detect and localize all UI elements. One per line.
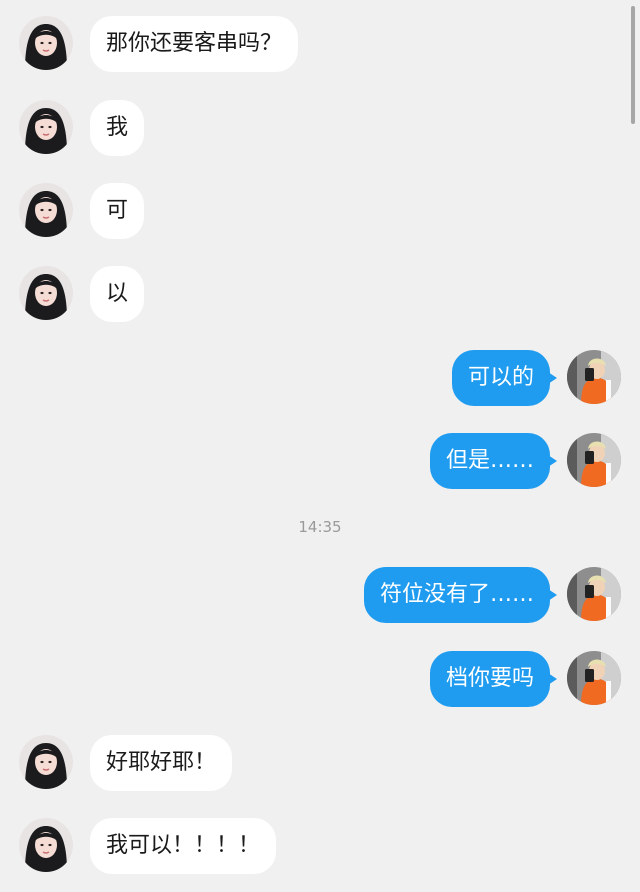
message-row-received: 可 bbox=[0, 183, 640, 239]
message-row-received: 以 bbox=[0, 266, 640, 322]
message-row-received: 好耶好耶！ bbox=[0, 735, 640, 791]
message-bubble[interactable]: 可 bbox=[90, 183, 145, 239]
message-row-received: 我可以！！！！ bbox=[0, 818, 640, 874]
contact-avatar-icon[interactable] bbox=[19, 100, 73, 154]
scrollbar[interactable] bbox=[631, 6, 635, 124]
timestamp-divider: 14:35 bbox=[298, 518, 342, 536]
contact-avatar-icon[interactable] bbox=[19, 183, 73, 237]
message-row-sent: 但是…… bbox=[0, 433, 640, 489]
contact-avatar-icon[interactable] bbox=[19, 818, 73, 872]
message-bubble[interactable]: 那你还要客串吗？ bbox=[90, 16, 299, 72]
contact-avatar-icon[interactable] bbox=[19, 266, 73, 320]
message-bubble[interactable]: 可以的 bbox=[451, 350, 558, 406]
message-row-received: 我 bbox=[0, 100, 640, 156]
message-bubble[interactable]: 档你要吗 bbox=[429, 651, 558, 707]
chat-conversation: 那你还要客串吗？ 我 可 以 可以的 但是…… 14:35 符位没有了…… 档你… bbox=[0, 0, 640, 892]
message-bubble[interactable]: 但是…… bbox=[429, 433, 558, 489]
message-bubble[interactable]: 我可以！！！！ bbox=[90, 818, 277, 874]
message-bubble[interactable]: 我 bbox=[90, 100, 145, 156]
message-row-sent: 可以的 bbox=[0, 350, 640, 406]
message-row-received: 那你还要客串吗？ bbox=[0, 16, 640, 72]
message-bubble[interactable]: 好耶好耶！ bbox=[90, 735, 233, 791]
self-avatar-icon[interactable] bbox=[567, 651, 621, 705]
self-avatar-icon[interactable] bbox=[567, 433, 621, 487]
message-row-sent: 符位没有了…… bbox=[0, 567, 640, 623]
self-avatar-icon[interactable] bbox=[567, 350, 621, 404]
contact-avatar-icon[interactable] bbox=[19, 735, 73, 789]
contact-avatar-icon[interactable] bbox=[19, 16, 73, 70]
message-bubble[interactable]: 以 bbox=[90, 266, 145, 322]
message-bubble[interactable]: 符位没有了…… bbox=[363, 567, 558, 623]
self-avatar-icon[interactable] bbox=[567, 567, 621, 621]
message-row-sent: 档你要吗 bbox=[0, 651, 640, 707]
